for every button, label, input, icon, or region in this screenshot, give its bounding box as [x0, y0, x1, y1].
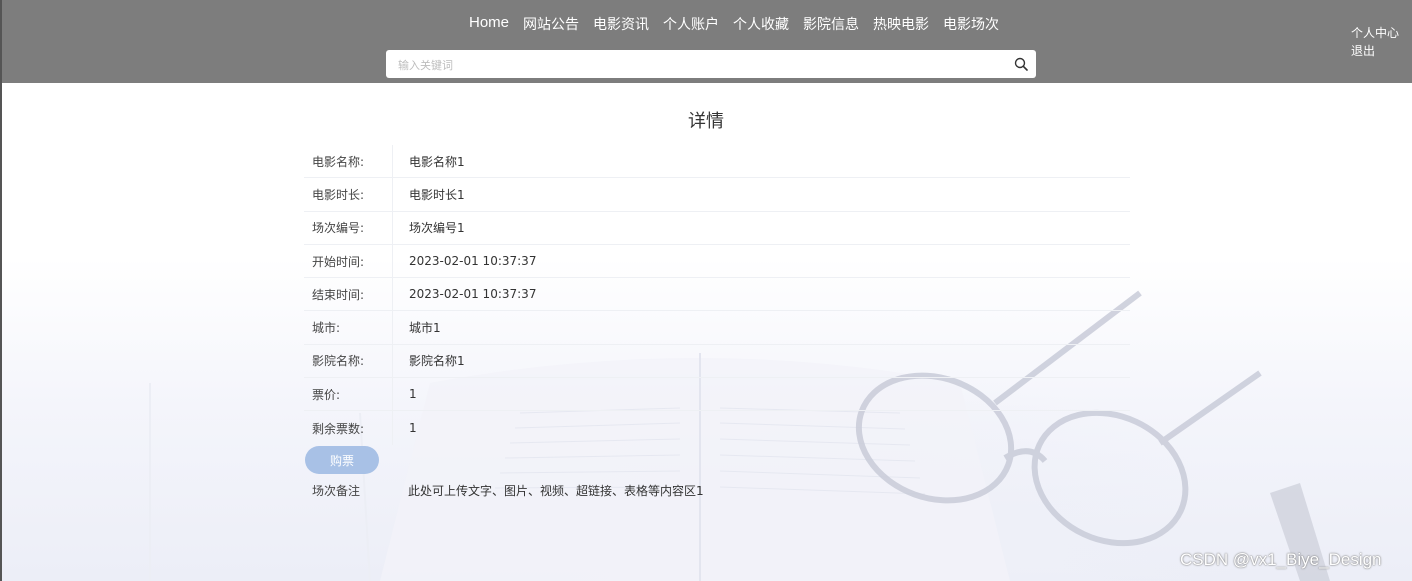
- nav-cinemas[interactable]: 影院信息: [803, 14, 859, 34]
- search-bar: [386, 50, 1036, 80]
- showtime-notes: 场次备注 此处可上传文字、图片、视频、超链接、表格等内容区1: [304, 479, 1130, 501]
- top-header: Home 网站公告 电影资讯 个人账户 个人收藏 影院信息 热映电影 电影场次 …: [0, 0, 1412, 83]
- detail-label: 开始时间:: [304, 244, 393, 278]
- detail-value: 1: [409, 387, 417, 402]
- detail-row-remaining-tickets: 剩余票数: 1: [304, 411, 1130, 445]
- nav-favorites[interactable]: 个人收藏: [733, 14, 789, 34]
- detail-value: 2023-02-01 10:37:37: [409, 287, 537, 302]
- notes-label: 场次备注: [312, 483, 361, 498]
- buy-ticket-button[interactable]: 购票: [305, 446, 379, 474]
- nav-movie-news[interactable]: 电影资讯: [593, 14, 649, 34]
- detail-value: 1: [409, 421, 417, 436]
- detail-row-end-time: 结束时间: 2023-02-01 10:37:37: [304, 278, 1130, 312]
- detail-label: 影院名称:: [304, 344, 393, 378]
- nav-account[interactable]: 个人账户: [663, 14, 719, 34]
- detail-table: 电影名称: 电影名称1 电影时长: 电影时长1 场次编号: 场次编号1 开始时间…: [304, 145, 1130, 445]
- main-nav: Home 网站公告 电影资讯 个人账户 个人收藏 影院信息 热映电影 电影场次: [469, 14, 999, 34]
- detail-row-price: 票价: 1: [304, 378, 1130, 412]
- detail-value: 影院名称1: [409, 354, 465, 369]
- nav-showtimes[interactable]: 电影场次: [943, 14, 999, 34]
- window-border: [0, 0, 2, 581]
- nav-announcements[interactable]: 网站公告: [523, 14, 579, 34]
- detail-row-movie-name: 电影名称: 电影名称1: [304, 145, 1130, 179]
- detail-label: 剩余票数:: [304, 411, 393, 445]
- detail-value: 电影时长1: [409, 187, 465, 202]
- detail-label: 城市:: [304, 311, 393, 344]
- page-title: 详情: [688, 111, 724, 132]
- detail-row-showtime-id: 场次编号: 场次编号1: [304, 211, 1130, 245]
- detail-row-start-time: 开始时间: 2023-02-01 10:37:37: [304, 244, 1130, 279]
- detail-value: 场次编号1: [409, 221, 465, 236]
- detail-label: 结束时间:: [304, 278, 393, 311]
- notes-value: 此处可上传文字、图片、视频、超链接、表格等内容区1: [408, 483, 704, 498]
- detail-label: 电影时长:: [304, 178, 393, 211]
- nav-home[interactable]: Home: [469, 14, 509, 34]
- search-icon[interactable]: [1014, 57, 1028, 71]
- detail-row-duration: 电影时长: 电影时长1: [304, 178, 1130, 212]
- user-menu: 个人中心 退出: [1351, 24, 1399, 60]
- logout-link[interactable]: 退出: [1351, 42, 1399, 60]
- detail-label: 场次编号:: [304, 211, 393, 244]
- detail-value: 电影名称1: [409, 154, 465, 169]
- watermark: CSDN @vx1_Biye_Design: [1180, 550, 1382, 569]
- detail-value: 城市1: [409, 321, 441, 336]
- search-input[interactable]: [396, 50, 1000, 80]
- detail-row-city: 城市: 城市1: [304, 311, 1130, 345]
- nav-hot-movies[interactable]: 热映电影: [873, 14, 929, 34]
- main-content: 详情 电影名称: 电影名称1 电影时长: 电影时长1 场次编号: 场次编号1 开…: [0, 83, 1412, 581]
- detail-row-cinema-name: 影院名称: 影院名称1: [304, 344, 1130, 379]
- personal-center-link[interactable]: 个人中心: [1351, 24, 1399, 42]
- detail-label: 票价:: [304, 378, 393, 411]
- detail-label: 电影名称:: [304, 145, 393, 178]
- detail-value: 2023-02-01 10:37:37: [409, 254, 537, 269]
